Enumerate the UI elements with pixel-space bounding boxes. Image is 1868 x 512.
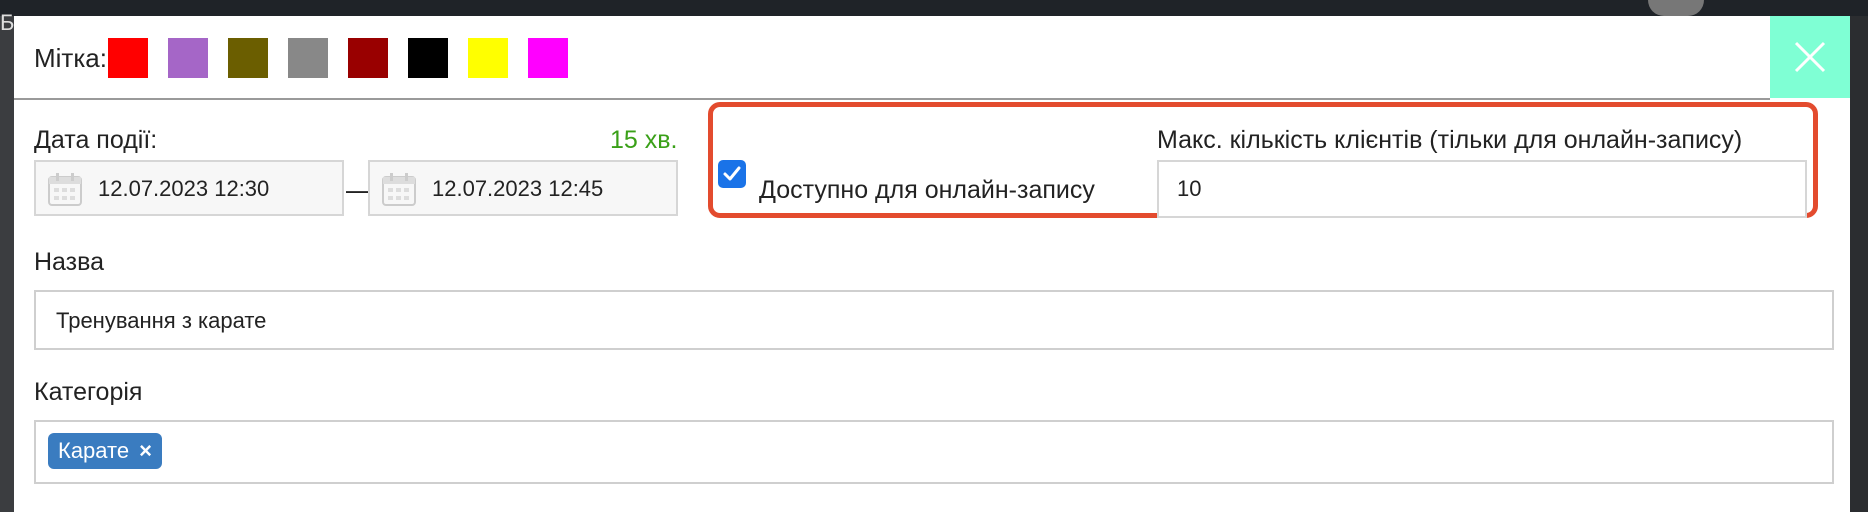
swatch-dark-red[interactable] <box>348 38 388 78</box>
close-icon <box>1794 41 1826 73</box>
background-text: Б <box>0 10 15 35</box>
category-tag: Карате × <box>48 433 162 469</box>
swatch-purple[interactable] <box>168 38 208 78</box>
category-input[interactable]: Карате × <box>34 420 1834 484</box>
close-button[interactable] <box>1770 16 1850 98</box>
event-date-label: Дата події: <box>34 126 158 154</box>
swatch-yellow[interactable] <box>468 38 508 78</box>
checkmark-icon <box>723 166 741 181</box>
duration-text: 15 хв. <box>610 126 678 154</box>
swatch-red[interactable] <box>108 38 148 78</box>
avatar <box>1648 0 1704 16</box>
name-value: Тренування з карате <box>56 308 267 333</box>
end-date-value: 12.07.2023 12:45 <box>432 176 604 201</box>
calendar-icon <box>48 173 82 206</box>
name-input[interactable]: Тренування з карате <box>34 290 1834 350</box>
remove-tag-icon[interactable]: × <box>139 438 152 464</box>
swatch-olive[interactable] <box>228 38 268 78</box>
swatch-black[interactable] <box>408 38 448 78</box>
start-date-value: 12.07.2023 12:30 <box>98 176 270 201</box>
calendar-icon <box>382 173 416 206</box>
online-booking-checkbox[interactable] <box>718 160 746 188</box>
label-title: Мітка: <box>34 43 107 73</box>
background-topbar <box>0 0 1868 16</box>
category-label: Категорія <box>34 378 143 406</box>
modal-header: Мітка: <box>14 16 1770 100</box>
online-booking-label: Доступно для онлайн-запису <box>759 176 1095 204</box>
background-page <box>1850 16 1868 512</box>
max-clients-label: Макс. кількість клієнтів (тільки для онл… <box>1157 126 1743 154</box>
max-clients-input[interactable]: 10 <box>1157 160 1807 218</box>
start-date-input[interactable]: 12.07.2023 12:30 <box>34 160 344 216</box>
swatch-magenta[interactable] <box>528 38 568 78</box>
name-label: Назва <box>34 248 105 276</box>
category-tag-label: Карате <box>58 438 130 463</box>
end-date-input[interactable]: 12.07.2023 12:45 <box>368 160 678 216</box>
swatch-gray[interactable] <box>288 38 328 78</box>
event-modal: Мітка: Дата події: 15 хв. 12.07.2023 12: <box>14 16 1850 512</box>
